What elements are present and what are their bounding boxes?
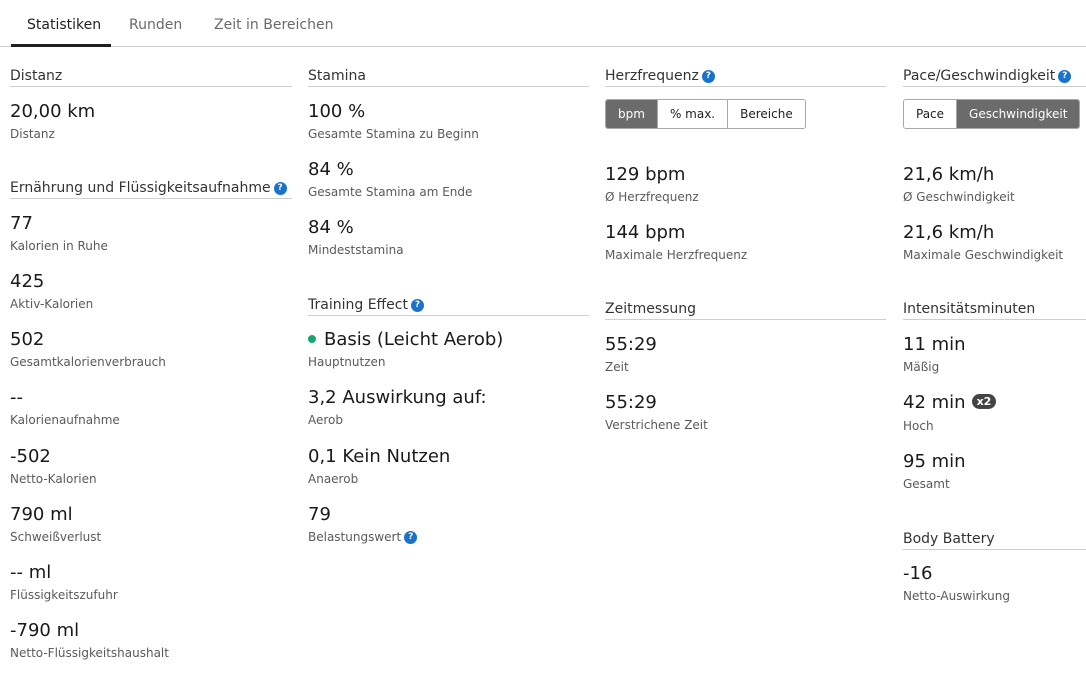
- stat-label: Schweißverlust: [10, 530, 102, 544]
- section-title-body-battery: Body Battery: [903, 531, 1086, 550]
- section-title-zeitmessung: Zeitmessung: [605, 301, 886, 320]
- stat-value: -16: [903, 563, 933, 584]
- stat-label: Aktiv-Kalorien: [10, 297, 94, 311]
- section-title-text: Stamina: [308, 68, 366, 84]
- multiplier-badge: x2: [971, 393, 997, 409]
- section-title-text: Pace/Geschwindigkeit: [903, 68, 1056, 84]
- pace-speed-toggle: Pace Geschwindigkeit: [903, 99, 1081, 129]
- stat-value: -- ml: [10, 562, 52, 583]
- section-title-text: Herzfrequenz: [605, 68, 699, 84]
- section-title-text: Distanz: [10, 68, 63, 84]
- stat-label: Verstrichene Zeit: [605, 418, 708, 432]
- toggle-bereiche[interactable]: Bereiche: [727, 100, 805, 128]
- stat-label: Distanz: [10, 127, 55, 141]
- training-effect-primary: Basis (Leicht Aerob): [308, 329, 503, 350]
- stat-value: 55:29: [605, 334, 657, 355]
- section-title-stamina: Stamina: [308, 68, 589, 87]
- stat-value-text: 42 min: [903, 392, 966, 413]
- stat-value: 790 ml: [10, 504, 73, 525]
- section-title-distanz: Distanz: [10, 68, 292, 87]
- stat-value: 84 %: [308, 159, 354, 180]
- stat-value: 129 bpm: [605, 164, 686, 185]
- stat-value: 100 %: [308, 101, 366, 122]
- stat-label: Gesamte Stamina am Ende: [308, 185, 473, 199]
- section-title-herzfrequenz: Herzfrequenz?: [605, 68, 886, 87]
- toggle-geschwindigkeit[interactable]: Geschwindigkeit: [956, 100, 1080, 128]
- status-dot-icon: [308, 335, 316, 343]
- section-title-nutrition: Ernährung und Flüssigkeitsaufnahme?: [10, 180, 292, 199]
- stat-value-with-badge: 42 min x2: [903, 392, 997, 413]
- stat-label: Flüssigkeitszufuhr: [10, 588, 118, 602]
- section-title-training-effect: Training Effect?: [308, 297, 589, 316]
- toggle-pace[interactable]: Pace: [904, 100, 957, 128]
- toggle-percent-max[interactable]: % max.: [656, 100, 728, 128]
- stat-label: Hoch: [903, 419, 934, 433]
- help-icon[interactable]: ?: [273, 181, 287, 195]
- stat-label: Hauptnutzen: [308, 355, 386, 369]
- help-icon[interactable]: ?: [404, 531, 418, 544]
- stat-label: Anaerob: [308, 472, 359, 486]
- section-title-text: Intensitätsminuten: [903, 301, 1036, 317]
- stat-value: 95 min: [903, 451, 966, 472]
- stat-label: Maximale Geschwindigkeit: [903, 248, 1064, 262]
- stat-label: Netto-Auswirkung: [903, 589, 1010, 603]
- section-title-pace: Pace/Geschwindigkeit?: [903, 68, 1086, 87]
- stat-value: 77: [10, 213, 33, 234]
- stat-label: Mindeststamina: [308, 243, 404, 257]
- stat-value: 20,00 km: [10, 101, 96, 122]
- section-title-text: Ernährung und Flüssigkeitsaufnahme: [10, 180, 271, 196]
- stat-label: Gesamtkalorienverbrauch: [10, 355, 166, 369]
- stat-label: Kalorienaufnahme: [10, 413, 120, 427]
- tab-bar: Statistiken Runden Zeit in Bereichen: [0, 0, 1086, 47]
- stat-label-with-help: Belastungswert?: [308, 530, 418, 544]
- stat-label: Kalorien in Ruhe: [10, 239, 108, 253]
- stat-value: 0,1 Kein Nutzen: [308, 446, 451, 467]
- stat-label: Zeit: [605, 360, 629, 374]
- stat-value: 55:29: [605, 392, 657, 413]
- section-title-text: Body Battery: [903, 531, 995, 547]
- stat-value: --: [10, 387, 23, 408]
- tab-zeit-in-bereichen[interactable]: Zeit in Bereichen: [214, 17, 333, 33]
- stat-label: Ø Geschwindigkeit: [903, 190, 1015, 204]
- tab-statistiken[interactable]: Statistiken: [27, 17, 101, 33]
- stat-value: 11 min: [903, 334, 966, 355]
- stat-value: 79: [308, 504, 331, 525]
- stat-label-text: Belastungswert: [308, 530, 402, 544]
- help-icon[interactable]: ?: [701, 69, 715, 83]
- stat-value: 3,2 Auswirkung auf:: [308, 387, 487, 408]
- heart-rate-unit-toggle: bpm % max. Bereiche: [605, 99, 806, 129]
- section-title-text: Training Effect: [308, 297, 408, 313]
- stat-value: 425: [10, 271, 45, 292]
- stat-label: Netto-Kalorien: [10, 472, 97, 486]
- stat-label: Gesamt: [903, 477, 950, 491]
- help-icon[interactable]: ?: [1058, 69, 1072, 83]
- stat-label: Maximale Herzfrequenz: [605, 248, 748, 262]
- stat-label: Netto-Flüssigkeitshaushalt: [10, 646, 169, 660]
- stat-label: Aerob: [308, 413, 344, 427]
- section-title-text: Zeitmessung: [605, 301, 697, 317]
- stat-value: 502: [10, 329, 45, 350]
- stat-value: 84 %: [308, 217, 354, 238]
- section-title-intensity: Intensitätsminuten: [903, 301, 1086, 320]
- stat-value: -790 ml: [10, 620, 80, 641]
- stat-label: Gesamte Stamina zu Beginn: [308, 127, 479, 141]
- stat-value-text: Basis (Leicht Aerob): [324, 329, 504, 350]
- stat-value: 21,6 km/h: [903, 164, 995, 185]
- help-icon[interactable]: ?: [410, 298, 424, 312]
- stat-value: 144 bpm: [605, 222, 686, 243]
- stat-label: Mäßig: [903, 360, 940, 374]
- toggle-bpm[interactable]: bpm: [606, 100, 657, 128]
- tab-runden[interactable]: Runden: [129, 17, 182, 33]
- stat-value: -502: [10, 446, 51, 467]
- stat-label: Ø Herzfrequenz: [605, 190, 699, 204]
- active-tab-indicator: [11, 44, 111, 47]
- stat-value: 21,6 km/h: [903, 222, 995, 243]
